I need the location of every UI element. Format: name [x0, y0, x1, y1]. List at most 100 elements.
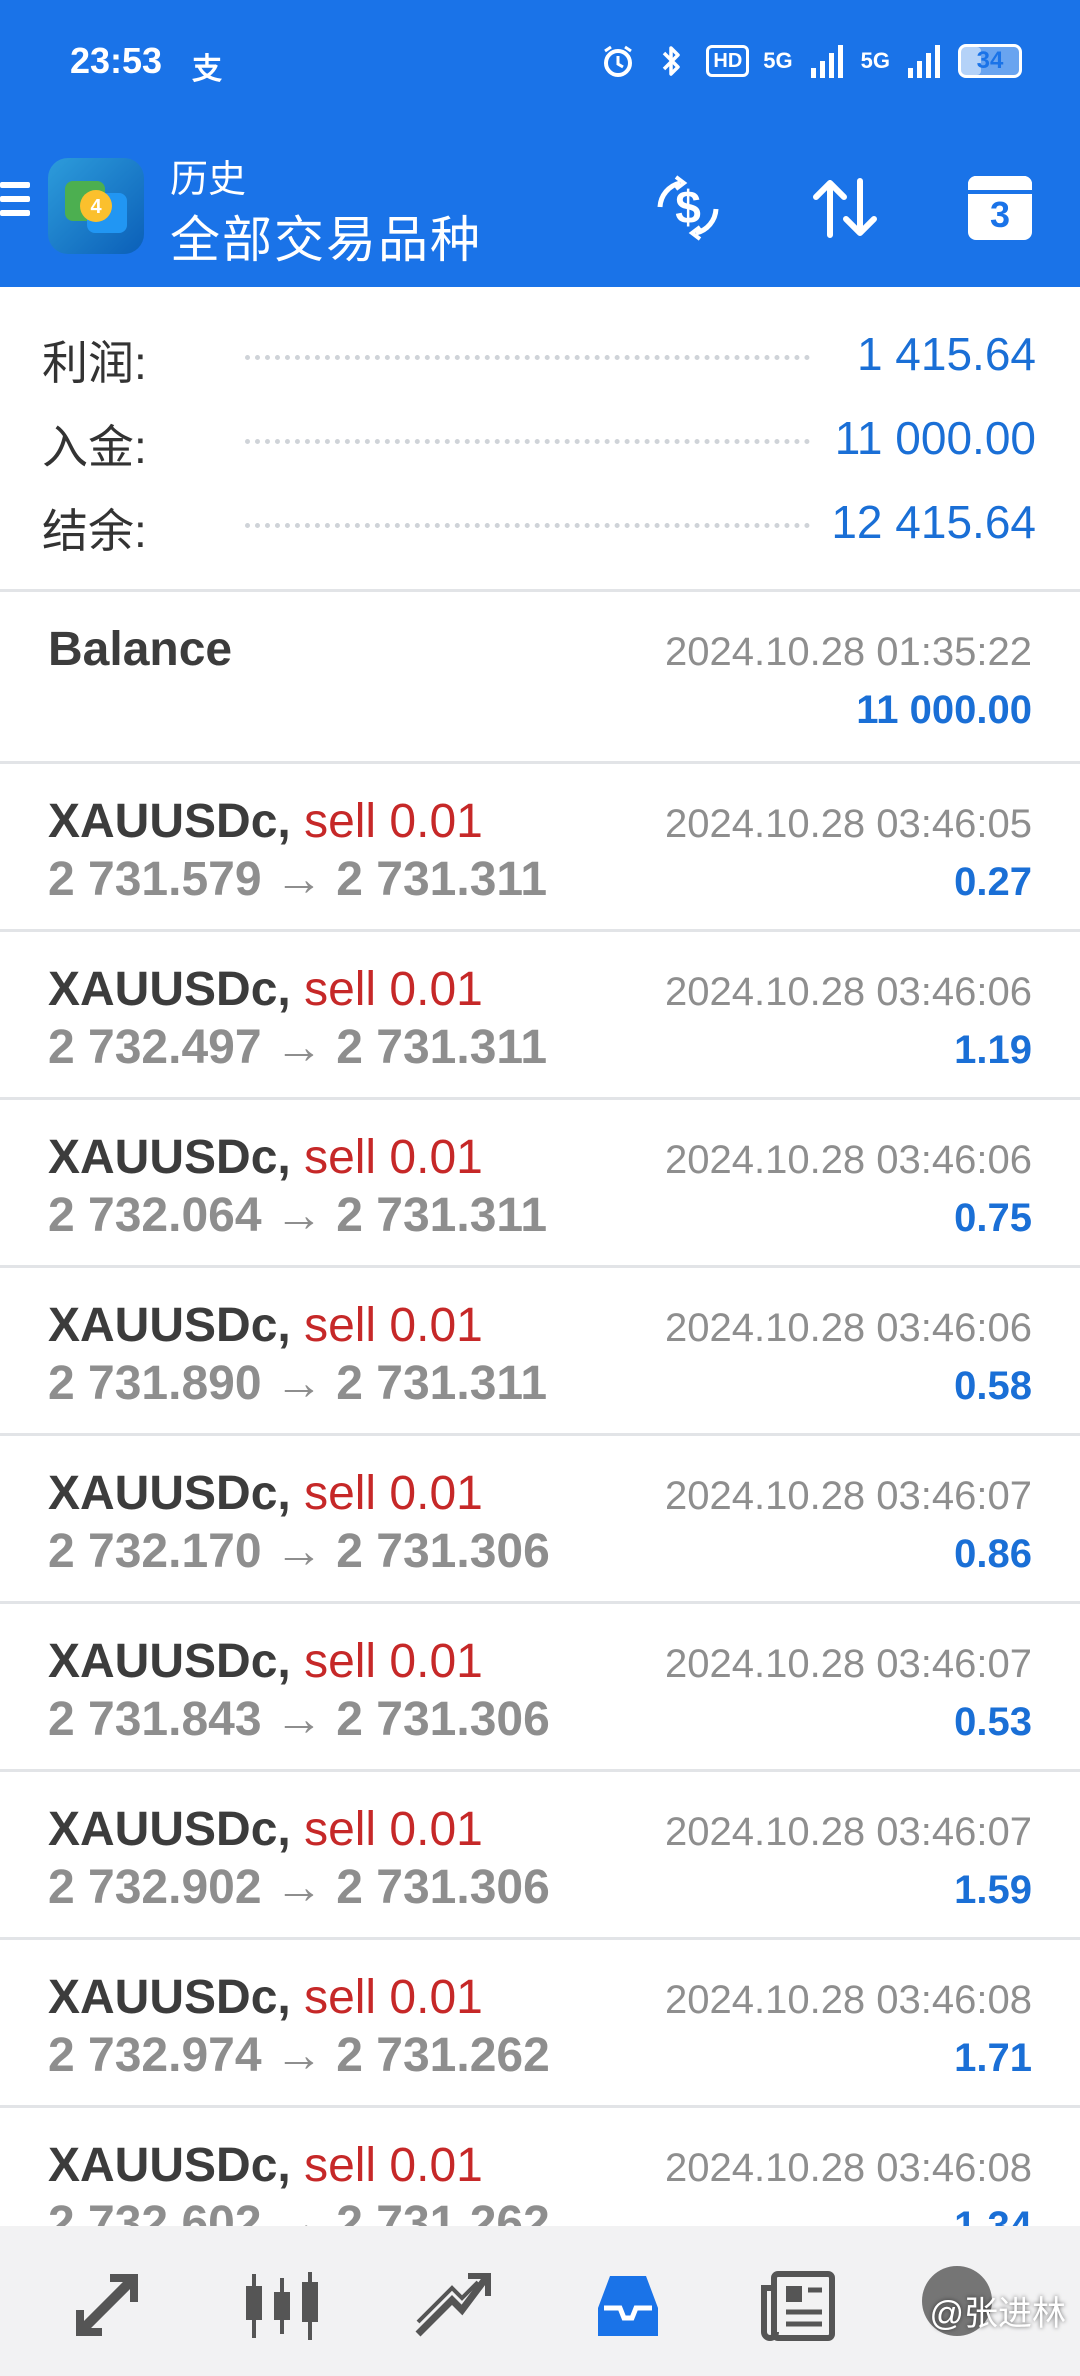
summary-value: 11 000.00 [834, 412, 1036, 464]
trade-side: sell 0.01 [304, 1971, 483, 2024]
trade-row[interactable]: XAUUSDc, sell 0.01 2 731.890 → 2 731.311… [0, 1268, 1080, 1436]
dot-leader [245, 355, 810, 360]
row-profit: 1.19 [954, 1028, 1032, 1072]
svg-text:4: 4 [90, 196, 102, 218]
row-time: 2024.10.28 03:46:06 [664, 1306, 1032, 1350]
quotes-icon[interactable] [68, 2266, 148, 2346]
history-icon[interactable] [588, 2266, 668, 2346]
open-price: 2 732.170 [48, 1525, 262, 1578]
battery-indicator: 34 [958, 44, 1022, 78]
dot-leader [245, 523, 810, 528]
arrow-icon: → [274, 1021, 323, 1074]
arrow-icon: → [274, 1525, 323, 1578]
trade-row[interactable]: XAUUSDc, sell 0.01 2 732.902 → 2 731.306… [0, 1772, 1080, 1940]
screen-title: 历史 [170, 159, 247, 201]
row-time: 2024.10.28 03:46:08 [664, 2146, 1032, 2190]
row-time: 2024.10.28 03:46:06 [664, 970, 1032, 1014]
row-profit: 0.86 [954, 1532, 1032, 1576]
arrow-icon: → [274, 1693, 323, 1746]
trade-row[interactable]: XAUUSDc, sell 0.01 2 731.843 → 2 731.306… [0, 1604, 1080, 1772]
history-list[interactable]: Balance 2024.10.28 01:35:22 11 000.00 XA… [0, 592, 1080, 2226]
row-time: 2024.10.28 03:46:05 [664, 802, 1032, 846]
trade-prices: 2 732.974 → 2 731.262 [48, 2028, 550, 2083]
dollar-exchange-icon[interactable]: $ [648, 168, 728, 248]
battery-level: 34 [976, 47, 1004, 74]
network-type-1: 5G [763, 48, 793, 73]
summary-value: 12 415.64 [831, 496, 1036, 548]
news-icon[interactable] [758, 2266, 838, 2346]
status-icons: HD 5G 5G 34 [598, 36, 1022, 86]
arrow-icon: → [274, 2197, 323, 2226]
row-title: XAUUSDc, sell 0.01 [48, 1634, 483, 1689]
arrow-icon: → [274, 1189, 323, 1242]
row-title: XAUUSDc, sell 0.01 [48, 962, 483, 1017]
close-price: 2 731.306 [336, 1693, 550, 1746]
row-profit: 1.34 [954, 2204, 1032, 2226]
trade-prices: 2 732.902 → 2 731.306 [48, 1860, 550, 1915]
trade-side: sell 0.01 [304, 1131, 483, 1184]
chart-icon[interactable] [242, 2266, 322, 2346]
row-profit: 1.59 [954, 1868, 1032, 1912]
open-price: 2 732.497 [48, 1021, 262, 1074]
trade-row[interactable]: XAUUSDc, sell 0.01 2 732.064 → 2 731.311… [0, 1100, 1080, 1268]
trade-row[interactable]: XAUUSDc, sell 0.01 2 732.974 → 2 731.262… [0, 1940, 1080, 2108]
trade-side: sell 0.01 [304, 795, 483, 848]
trade-row[interactable]: XAUUSDc, sell 0.01 2 732.170 → 2 731.306… [0, 1436, 1080, 1604]
close-price: 2 731.311 [336, 1357, 548, 1410]
row-profit: 0.75 [954, 1196, 1032, 1240]
open-price: 2 732.064 [48, 1189, 262, 1242]
summary-row-balance: 结余: 12 415.64 [0, 477, 1080, 561]
trade-row[interactable]: XAUUSDc, sell 0.01 2 732.602 → 2 731.262… [0, 2108, 1080, 2226]
trade-symbol: XAUUSDc, [48, 1467, 291, 1520]
summary-row-deposit: 入金: 11 000.00 [0, 393, 1080, 477]
trade-row[interactable]: XAUUSDc, sell 0.01 2 732.497 → 2 731.311… [0, 932, 1080, 1100]
open-price: 2 731.579 [48, 853, 262, 906]
bluetooth-icon [652, 41, 692, 81]
row-title: XAUUSDc, sell 0.01 [48, 1970, 483, 2025]
arrow-icon: → [274, 1861, 323, 1914]
balance-row[interactable]: Balance 2024.10.28 01:35:22 11 000.00 [0, 592, 1080, 764]
network-type-2: 5G [860, 48, 890, 73]
trade-symbol: XAUUSDc, [48, 1803, 291, 1856]
trade-prices: 2 732.064 → 2 731.311 [48, 1188, 547, 1243]
trade-icon[interactable] [412, 2266, 492, 2346]
dot-leader [245, 439, 810, 444]
row-time: 2024.10.28 01:35:22 [664, 630, 1032, 674]
summary-value: 1 415.64 [856, 328, 1036, 380]
open-price: 2 732.974 [48, 2029, 262, 2082]
trade-side: sell 0.01 [304, 1803, 483, 1856]
open-price: 2 731.843 [48, 1693, 262, 1746]
app-logo: 4 [48, 158, 144, 254]
row-title: XAUUSDc, sell 0.01 [48, 1298, 483, 1353]
trade-prices: 2 732.602 → 2 731.262 [48, 2196, 550, 2226]
trade-prices: 2 731.843 → 2 731.306 [48, 1692, 550, 1747]
trade-prices: 2 732.497 → 2 731.311 [48, 1020, 547, 1075]
row-profit: 1.71 [954, 2036, 1032, 2080]
calendar-day: 3 [968, 176, 1032, 240]
summary-row-profit: 利润: 1 415.64 [0, 309, 1080, 393]
trade-row[interactable]: XAUUSDc, sell 0.01 2 731.579 → 2 731.311… [0, 764, 1080, 932]
trade-side: sell 0.01 [304, 1635, 483, 1688]
trade-symbol: XAUUSDc, [48, 795, 291, 848]
trade-symbol: XAUUSDc, [48, 1131, 291, 1184]
close-price: 2 731.262 [336, 2029, 550, 2082]
trade-symbol: XAUUSDc, [48, 963, 291, 1016]
row-title: XAUUSDc, sell 0.01 [48, 794, 483, 849]
status-time: 23:53 [70, 40, 163, 81]
row-profit: 0.58 [954, 1364, 1032, 1408]
open-price: 2 732.902 [48, 1861, 262, 1914]
row-time: 2024.10.28 03:46:08 [664, 1978, 1032, 2022]
menu-icon[interactable] [0, 182, 30, 222]
close-price: 2 731.306 [336, 1861, 550, 1914]
bottom-nav: @张进林 [0, 2226, 1080, 2376]
open-price: 2 731.890 [48, 1357, 262, 1410]
alarm-icon [598, 41, 638, 81]
signal-icon-2 [904, 41, 944, 81]
symbol-filter-title[interactable]: 全部交易品种 [170, 200, 482, 272]
row-amount: 11 000.00 [856, 688, 1032, 732]
close-price: 2 731.311 [336, 1021, 548, 1074]
row-time: 2024.10.28 03:46:07 [664, 1810, 1032, 1854]
sort-icon[interactable] [805, 168, 885, 248]
calendar-icon[interactable]: 3 [960, 168, 1040, 248]
close-price: 2 731.306 [336, 1525, 550, 1578]
